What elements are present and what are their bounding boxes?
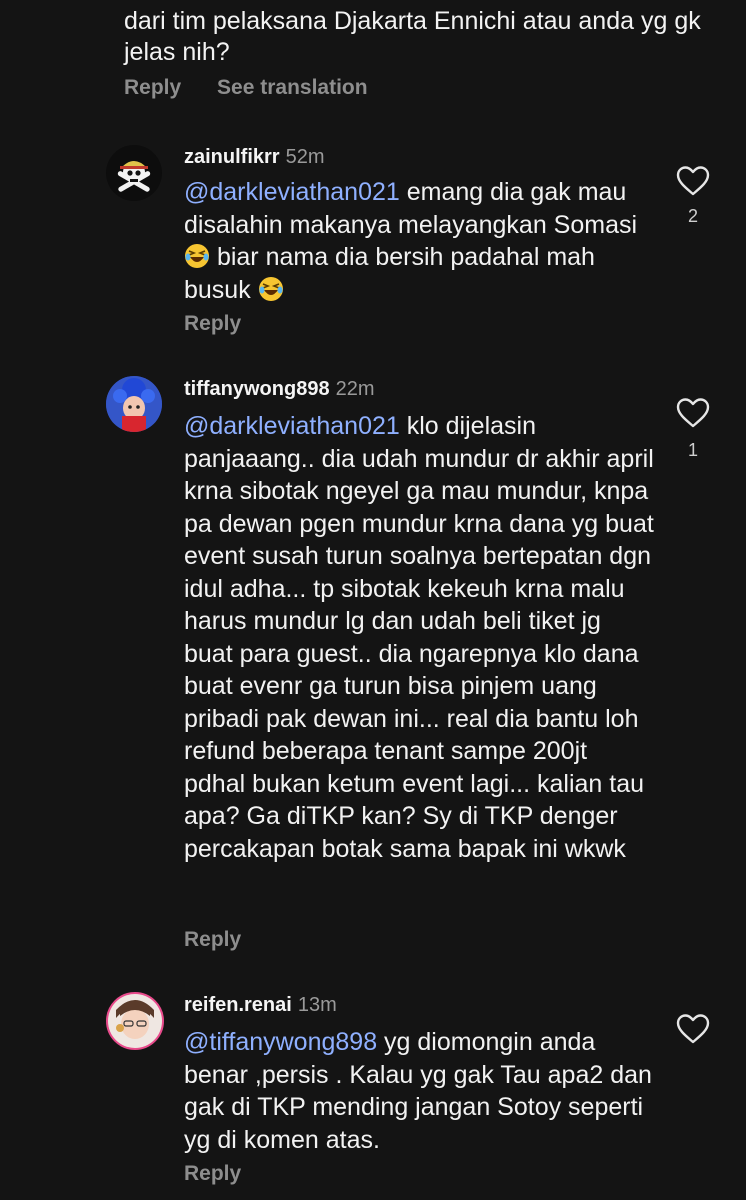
username[interactable]: zainulfikrr xyxy=(184,146,280,168)
profile-photo-icon xyxy=(108,994,162,1048)
avatar-tiffanywong898[interactable] xyxy=(106,376,162,432)
laughing-emoji-icon xyxy=(258,276,283,301)
comment-text-part: biar nama dia bersih padahal mah busuk xyxy=(184,243,595,304)
comment-text: @tiffanywong898 yg diomongin anda benar … xyxy=(184,1026,654,1156)
comment-text: @darkleviathan021 klo dijelasin panjaaan… xyxy=(184,410,654,865)
heart-outline-icon[interactable] xyxy=(676,166,710,196)
heart-outline-icon[interactable] xyxy=(676,398,710,428)
comment-actions-top: Reply See translation xyxy=(124,76,398,100)
reply-button[interactable]: Reply xyxy=(184,312,241,336)
comment-meta: zainulfikrr 52m xyxy=(184,146,324,169)
see-translation-button[interactable]: See translation xyxy=(217,76,368,99)
reply-button[interactable]: Reply xyxy=(184,928,241,952)
comment-text-top: dari tim pelaksana Djakarta Ennichi atau… xyxy=(124,7,701,66)
comment-text-part: klo dijelasin panjaaang.. dia udah mundu… xyxy=(184,412,654,863)
timestamp: 52m xyxy=(285,146,325,168)
skull-crossbones-icon xyxy=(106,145,162,201)
comment-text: @darkleviathan021 emang dia gak mau disa… xyxy=(184,176,654,306)
mention-link[interactable]: @darkleviathan021 xyxy=(184,178,400,206)
comment-meta: reifen.renai 13m xyxy=(184,994,337,1017)
timestamp: 13m xyxy=(297,994,337,1016)
profile-photo-icon xyxy=(106,376,162,432)
laughing-emoji-icon xyxy=(185,244,209,268)
timestamp: 22m xyxy=(335,378,375,400)
avatar-reifen-renai[interactable] xyxy=(106,992,164,1050)
reply-button[interactable]: Reply xyxy=(184,1162,241,1186)
username[interactable]: reifen.renai xyxy=(184,994,292,1016)
reply-button[interactable]: Reply xyxy=(124,76,181,99)
mention-link[interactable]: @darkleviathan021 xyxy=(184,412,400,440)
username[interactable]: tiffanywong898 xyxy=(184,378,330,400)
like-count: 2 xyxy=(687,206,698,226)
mention-link[interactable]: @tiffanywong898 xyxy=(184,1028,377,1056)
heart-outline-icon[interactable] xyxy=(676,1014,710,1044)
avatar-zainulfikrr[interactable] xyxy=(106,145,162,201)
like-count: 1 xyxy=(687,440,698,460)
comment-meta: tiffanywong898 22m xyxy=(184,378,374,401)
